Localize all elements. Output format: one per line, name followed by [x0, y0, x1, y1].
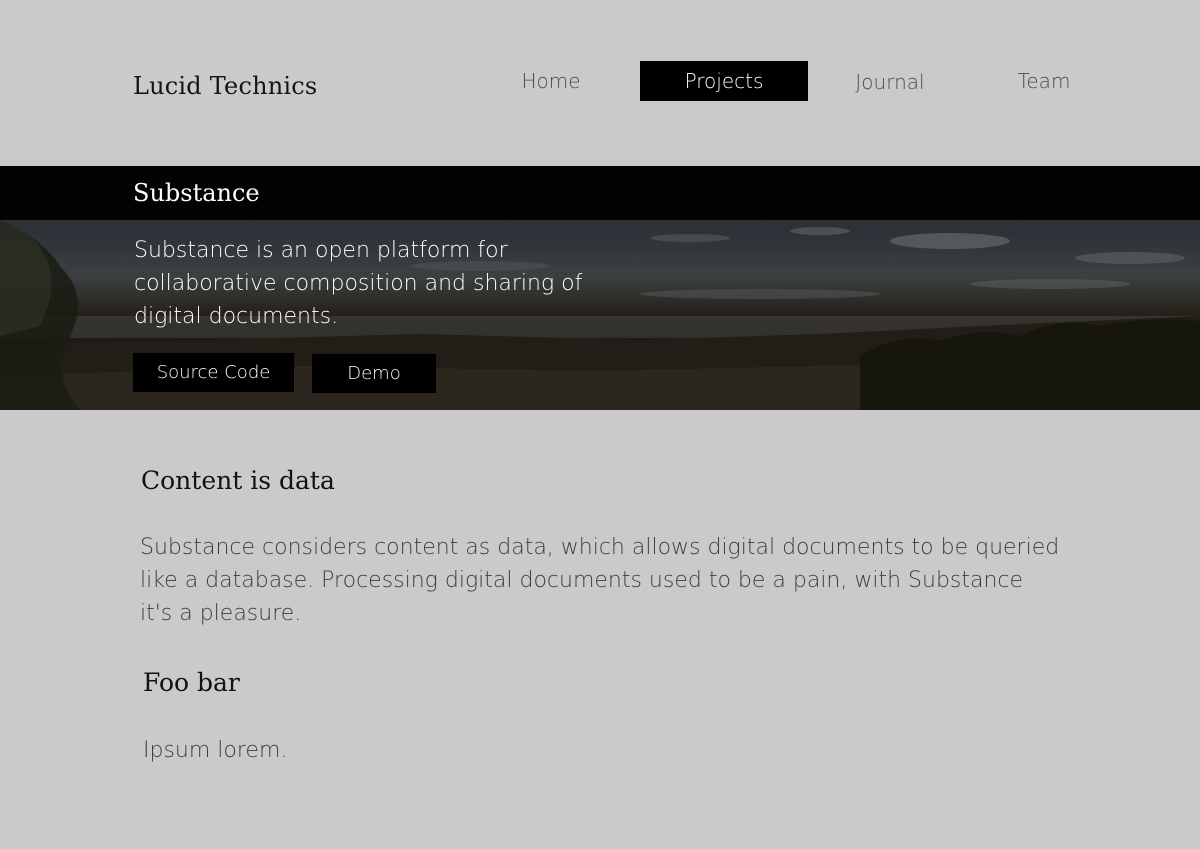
hero-title: Substance: [133, 179, 260, 207]
hero-banner: Substance Substance is an open platform …: [0, 166, 1200, 410]
nav-item-team[interactable]: Team: [980, 61, 1108, 101]
source-code-button[interactable]: Source Code: [133, 353, 294, 392]
demo-button[interactable]: Demo: [312, 354, 436, 393]
section-body-content-is-data: Substance considers content as data, whi…: [140, 535, 1060, 626]
nav-item-journal[interactable]: Journal: [826, 62, 954, 102]
hero-description: Substance is an open platform for collab…: [134, 238, 583, 329]
section-body-foo-bar: Ipsum lorem.: [143, 738, 288, 763]
site-logo-text[interactable]: Lucid Technics: [133, 72, 317, 100]
section-title-foo-bar: Foo bar: [143, 668, 240, 697]
section-title-content-is-data: Content is data: [141, 466, 335, 495]
nav-item-projects[interactable]: Projects: [640, 61, 808, 101]
nav-item-home[interactable]: Home: [486, 61, 616, 101]
